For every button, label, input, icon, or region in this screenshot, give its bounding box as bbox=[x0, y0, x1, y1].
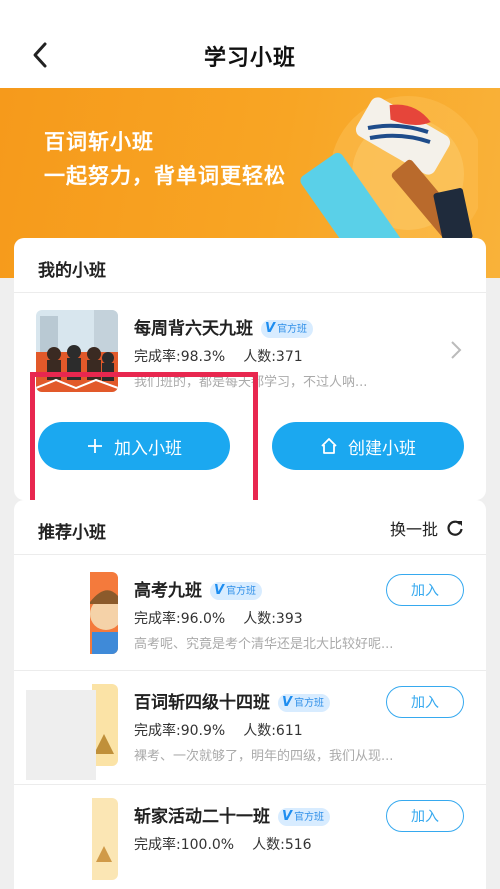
verified-icon: V bbox=[214, 583, 225, 598]
join-button[interactable]: 加入 bbox=[386, 686, 464, 718]
member-count: 人数:371 bbox=[243, 349, 303, 365]
group-thumbnail bbox=[36, 572, 118, 654]
member-count: 人数:516 bbox=[252, 837, 312, 853]
join-button[interactable]: 加入 bbox=[386, 574, 464, 606]
group-thumbnail bbox=[36, 798, 118, 880]
divider bbox=[14, 784, 486, 785]
home-icon bbox=[320, 437, 338, 455]
join-button[interactable]: 加入 bbox=[386, 800, 464, 832]
completion-rate: 完成率:100.0% bbox=[134, 837, 235, 853]
chevron-right-icon bbox=[451, 341, 462, 359]
divider bbox=[14, 554, 486, 555]
verified-icon: V bbox=[265, 321, 276, 336]
member-count: 人数:611 bbox=[243, 723, 303, 739]
banner-subtitle: 一起努力，背单词更轻松 bbox=[44, 164, 286, 188]
refresh-button[interactable]: 换一批 bbox=[390, 516, 464, 540]
divider bbox=[14, 292, 486, 293]
group-name: 斩家活动二十一班 V 官方班 bbox=[134, 802, 331, 827]
group-stats: 完成率:98.3% 人数:371 bbox=[134, 346, 303, 366]
group-name: 高考九班 V 官方班 bbox=[134, 576, 263, 601]
overlay-block bbox=[26, 690, 96, 780]
group-stats: 完成率:100.0% 人数:516 bbox=[134, 834, 312, 854]
nav-header: 学习小班 bbox=[0, 0, 500, 88]
banner-title: 百词斩小班 bbox=[44, 130, 154, 154]
official-badge: V 官方班 bbox=[278, 808, 331, 826]
group-description: 裸考、一次就够了，明年的四级，我们从现... bbox=[134, 749, 394, 764]
section-title-my-groups: 我的小班 bbox=[38, 261, 106, 281]
highlight-box bbox=[30, 372, 258, 512]
group-name: 百词斩四级十四班 V 官方班 bbox=[134, 688, 331, 713]
completion-rate: 完成率:98.3% bbox=[134, 349, 226, 365]
group-stats: 完成率:96.0% 人数:393 bbox=[134, 608, 303, 628]
official-badge: V 官方班 bbox=[278, 694, 331, 712]
create-group-button[interactable]: 创建小班 bbox=[272, 422, 464, 470]
member-count: 人数:393 bbox=[243, 611, 303, 627]
refresh-icon bbox=[447, 520, 463, 536]
official-badge: V 官方班 bbox=[210, 582, 263, 600]
verified-icon: V bbox=[282, 695, 293, 710]
study-group-page: 学习小班 百词斩小班 一起努力，背单词更轻松 我的小班 每周背六天九班 V 官方… bbox=[0, 0, 500, 889]
verified-icon: V bbox=[282, 809, 293, 824]
official-badge: V 官方班 bbox=[261, 320, 314, 338]
page-title: 学习小班 bbox=[203, 46, 296, 71]
completion-rate: 完成率:90.9% bbox=[134, 723, 226, 739]
list-item[interactable]: 高考九班 V 官方班 完成率:96.0% 人数:393 高考呢、究竟是考个清华还是北大… bbox=[14, 566, 486, 662]
group-name: 每周背六天九班 V 官方班 bbox=[134, 314, 314, 339]
list-item[interactable]: 斩家活动二十一班 V 官方班 完成率:100.0% 人数:516 加入 bbox=[14, 792, 486, 888]
section-title-recommended: 推荐小班 bbox=[38, 523, 106, 543]
group-description: 高考呢、究竟是考个清华还是北大比较好呢... bbox=[134, 637, 394, 652]
divider bbox=[14, 670, 486, 671]
completion-rate: 完成率:96.0% bbox=[134, 611, 226, 627]
group-stats: 完成率:90.9% 人数:611 bbox=[134, 720, 303, 740]
